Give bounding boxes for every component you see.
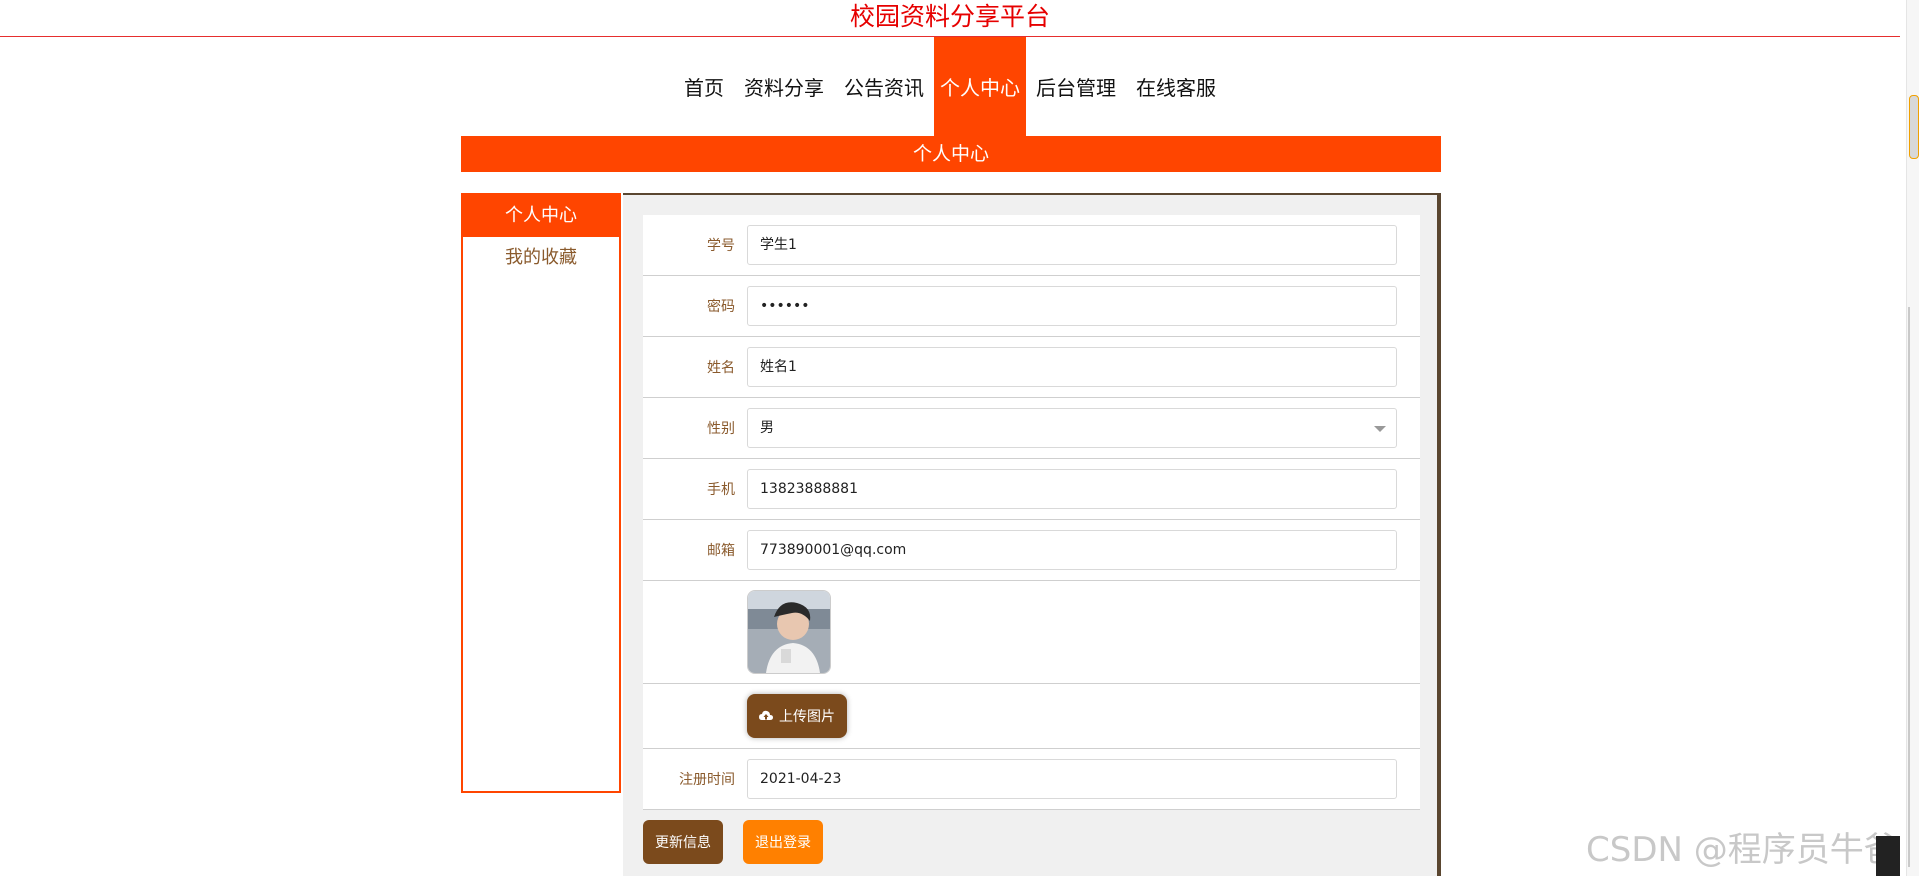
cloud-upload-icon (759, 710, 773, 720)
gender-select[interactable]: 男 (747, 408, 1397, 448)
email-input[interactable]: 773890001@qq.com (747, 530, 1397, 570)
nav-resource-share[interactable]: 资料分享 (734, 37, 834, 136)
update-info-button[interactable]: 更新信息 (643, 820, 723, 864)
form-row-student-id: 学号 学生1 (643, 215, 1420, 276)
upload-image-button[interactable]: 上传图片 (747, 694, 847, 738)
form-row-register-time: 注册时间 2021-04-23 (643, 749, 1420, 810)
profile-content-panel: 学号 学生1 密码 •••••• 姓名 姓名1 性别 男 手机 13823888… (623, 193, 1441, 876)
register-time-label: 注册时间 (679, 772, 735, 788)
form-row-gender: 性别 男 (643, 398, 1420, 459)
avatar-image (747, 590, 831, 674)
upload-button-label: 上传图片 (779, 709, 835, 725)
password-input[interactable]: •••••• (747, 286, 1397, 326)
password-label: 密码 (707, 299, 735, 315)
sidebar-item-my-favorites[interactable]: 我的收藏 (463, 237, 619, 279)
gender-label: 性别 (707, 421, 735, 437)
form-row-name: 姓名 姓名1 (643, 337, 1420, 398)
form-row-avatar (643, 581, 1420, 684)
sidebar: 个人中心 我的收藏 (461, 193, 621, 793)
form-row-email: 邮箱 773890001@qq.com (643, 520, 1420, 581)
name-input[interactable]: 姓名1 (747, 347, 1397, 387)
register-time-input[interactable]: 2021-04-23 (747, 759, 1397, 799)
scrollbar-thumb[interactable] (1909, 95, 1919, 159)
csdn-watermark: CSDN @程序员牛爸 (1586, 830, 1898, 870)
sidebar-item-personal-center[interactable]: 个人中心 (463, 195, 619, 237)
section-title-bar: 个人中心 (461, 136, 1441, 172)
nav-announcements[interactable]: 公告资讯 (834, 37, 934, 136)
form-actions: 更新信息 退出登录 (643, 820, 823, 864)
logout-button[interactable]: 退出登录 (743, 820, 823, 864)
student-id-label: 学号 (707, 238, 735, 254)
form-row-upload: 上传图片 (643, 684, 1420, 749)
scroll-track-line (1908, 307, 1910, 867)
student-id-input[interactable]: 学生1 (747, 225, 1397, 265)
form-row-phone: 手机 13823888881 (643, 459, 1420, 520)
form-row-password: 密码 •••••• (643, 276, 1420, 337)
profile-form: 学号 学生1 密码 •••••• 姓名 姓名1 性别 男 手机 13823888… (643, 215, 1420, 810)
name-label: 姓名 (707, 360, 735, 376)
avatar-photo-icon (748, 591, 830, 673)
nav-home[interactable]: 首页 (674, 37, 734, 136)
nav-admin[interactable]: 后台管理 (1026, 37, 1126, 136)
site-title: 校园资料分享平台 (0, 0, 1900, 37)
gender-value: 男 (760, 420, 774, 436)
main-nav: 首页 资料分享 公告资讯 个人中心 后台管理 在线客服 (0, 37, 1900, 136)
chevron-down-icon (1374, 426, 1386, 432)
email-label: 邮箱 (707, 543, 735, 559)
phone-label: 手机 (707, 482, 735, 498)
phone-input[interactable]: 13823888881 (747, 469, 1397, 509)
nav-online-service[interactable]: 在线客服 (1126, 37, 1226, 136)
nav-personal-center[interactable]: 个人中心 (934, 37, 1026, 136)
corner-widget (1876, 836, 1900, 876)
